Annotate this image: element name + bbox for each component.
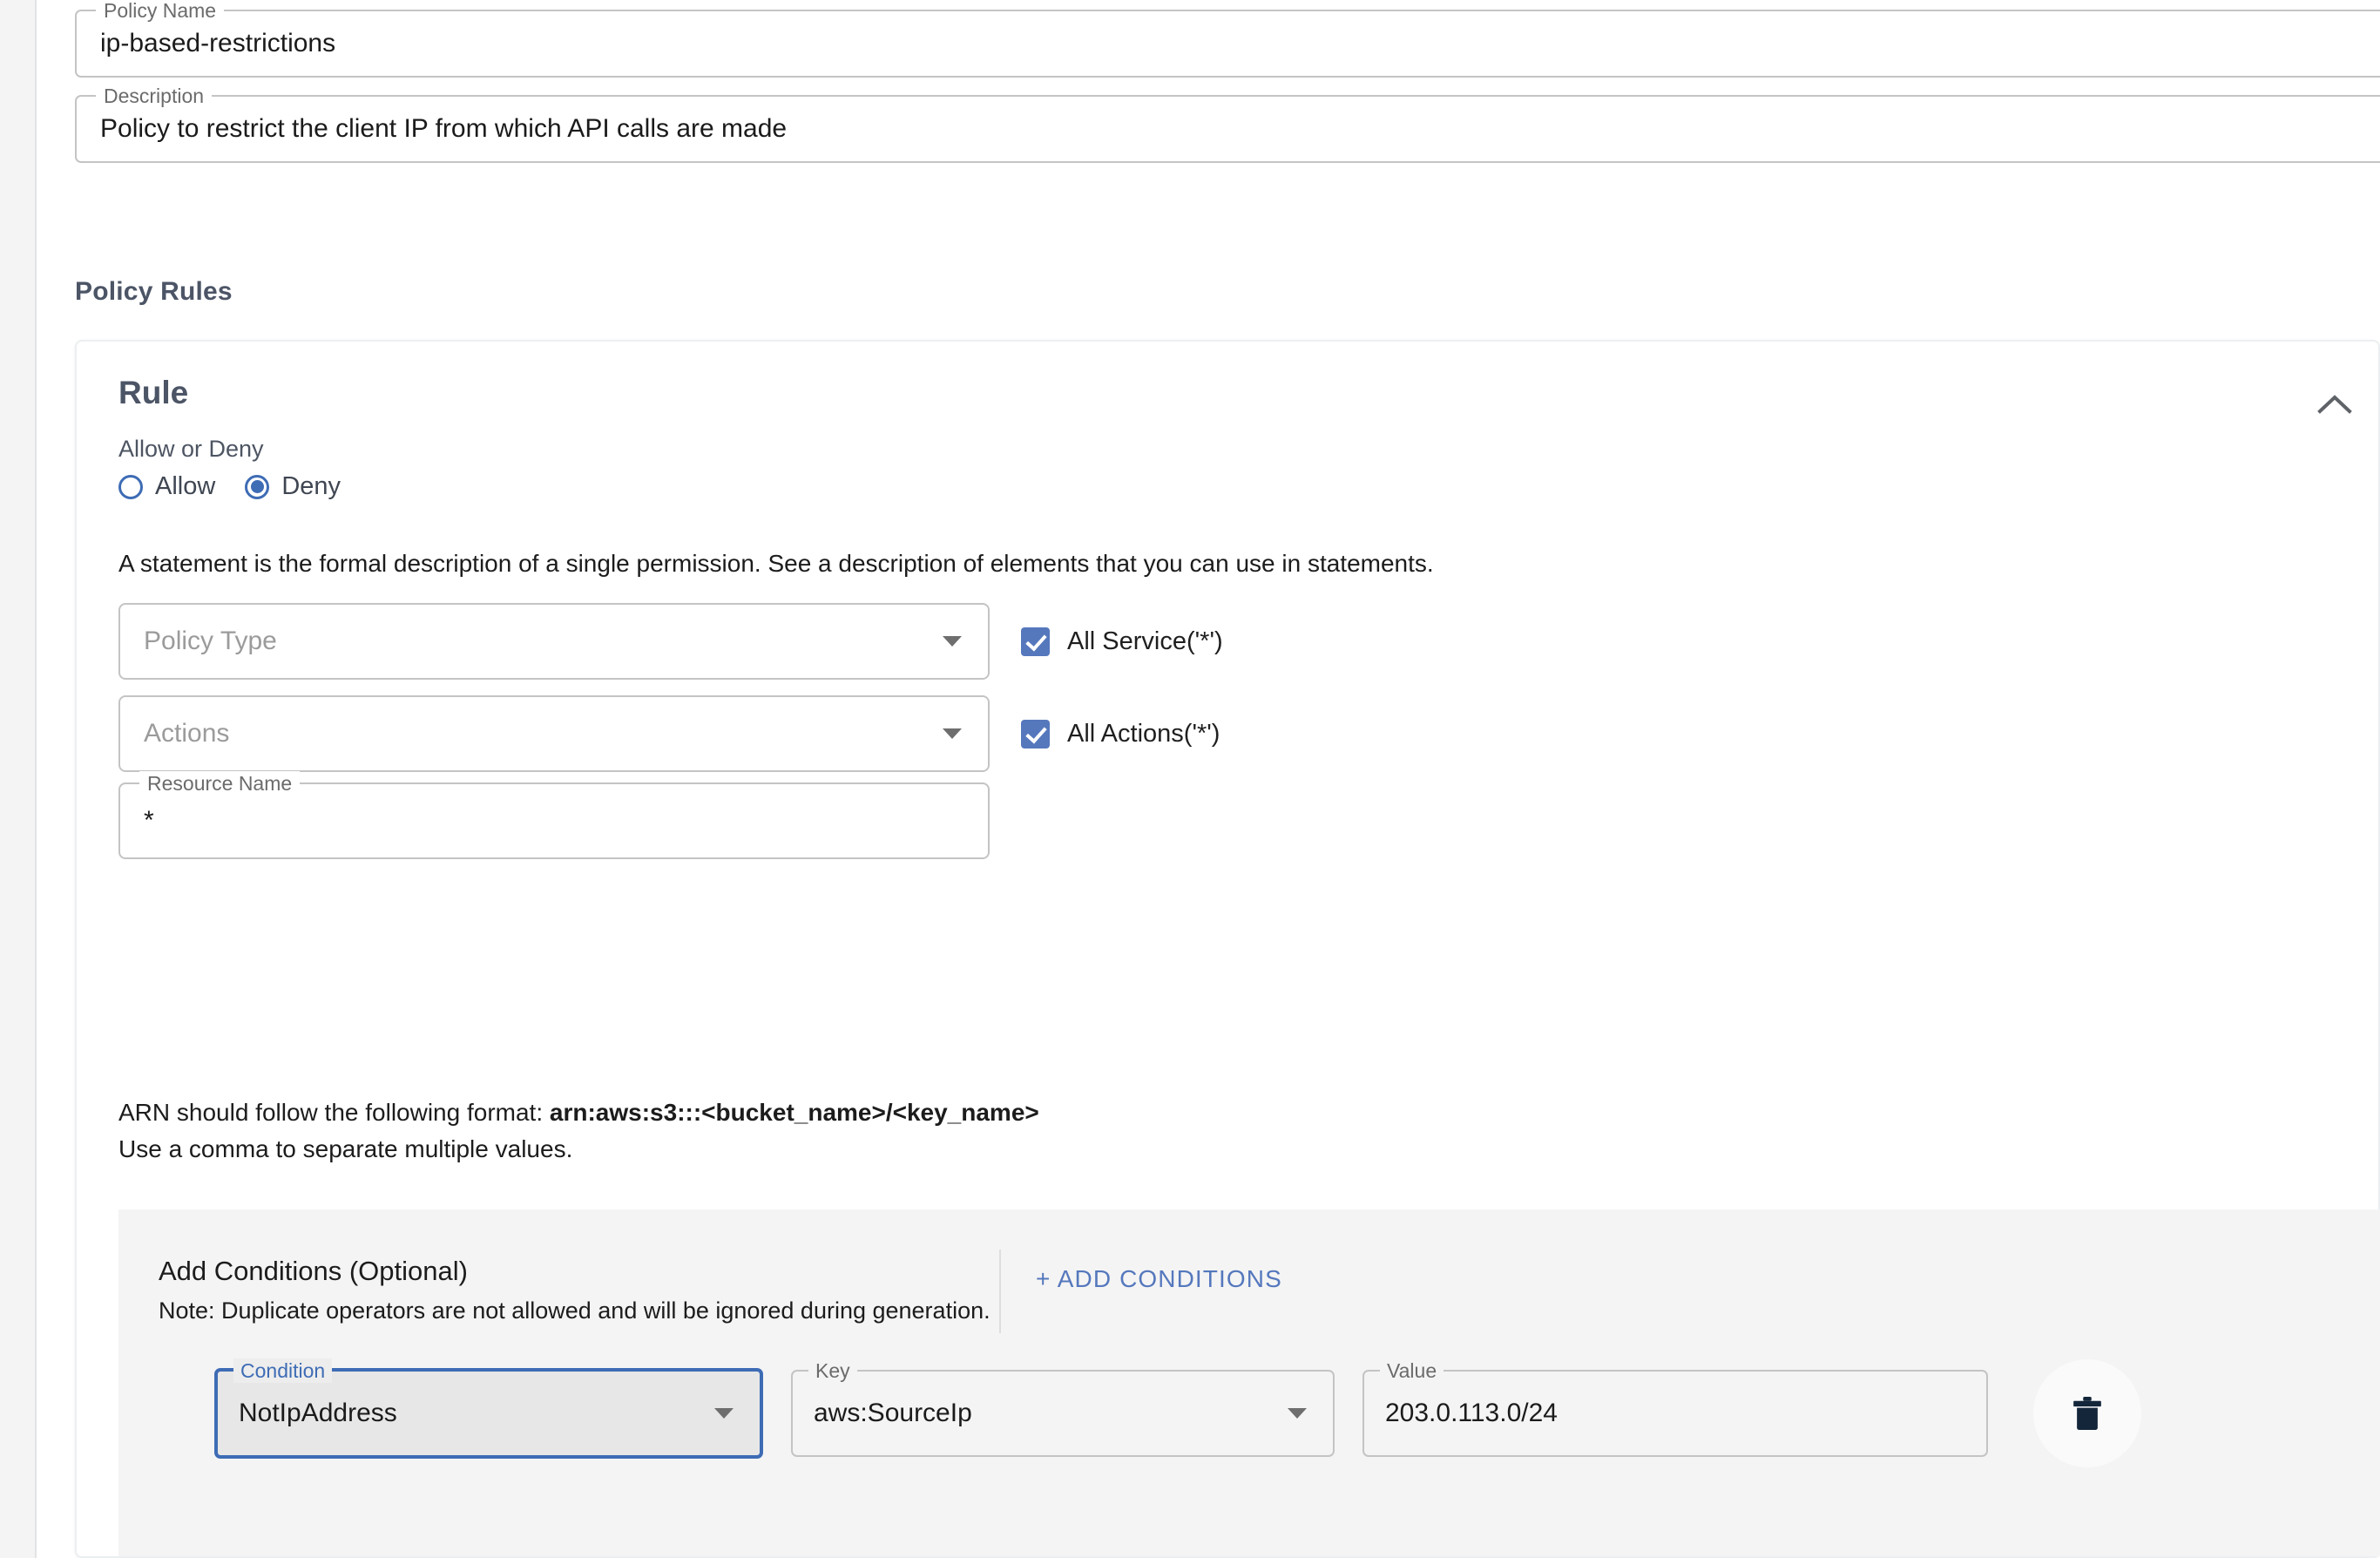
- radio-deny-label: Deny: [281, 472, 341, 500]
- chevron-down-icon: [943, 728, 962, 739]
- arn-help-format: arn:aws:s3:::<bucket_name>/<key_name>: [549, 1099, 1039, 1126]
- add-conditions-note: Note: Duplicate operators are not allowe…: [159, 1297, 991, 1324]
- policy-name-label: Policy Name: [96, 0, 225, 23]
- policy-type-placeholder: Policy Type: [144, 627, 277, 655]
- chevron-up-icon[interactable]: [2310, 380, 2359, 429]
- statement-note: A statement is the formal description of…: [118, 550, 1434, 577]
- allow-or-deny-label: Allow or Deny: [118, 436, 264, 462]
- all-service-checkbox[interactable]: All Service('*'): [1021, 627, 1223, 656]
- add-conditions-button[interactable]: + ADD CONDITIONS: [1036, 1265, 1282, 1293]
- all-actions-checkbox[interactable]: All Actions('*'): [1021, 720, 1220, 749]
- chevron-down-icon: [1288, 1408, 1307, 1419]
- radio-deny[interactable]: Deny: [245, 472, 341, 501]
- actions-placeholder: Actions: [144, 719, 230, 748]
- checkbox-checked-icon: [1021, 720, 1050, 749]
- policy-name-value: ip-based-restrictions: [100, 29, 336, 58]
- conditions-divider: [999, 1250, 1001, 1333]
- checkbox-checked-icon: [1021, 627, 1050, 656]
- all-service-checkbox-label: All Service('*'): [1067, 627, 1223, 655]
- radio-deny-icon: [245, 474, 270, 499]
- condition-value-input[interactable]: Value 203.0.113.0/24: [1362, 1358, 1988, 1457]
- description-input[interactable]: Description Policy to restrict the clien…: [75, 84, 2380, 163]
- chevron-down-icon: [714, 1408, 734, 1419]
- all-actions-checkbox-label: All Actions('*'): [1067, 720, 1220, 748]
- resource-name-value: *: [144, 806, 154, 835]
- condition-operator-label: Condition: [233, 1358, 333, 1383]
- policy-editor-page: Policy Name ip-based-restrictions Descri…: [0, 0, 2380, 1558]
- resource-name-label: Resource Name: [139, 771, 301, 796]
- conditions-panel: Add Conditions (Optional) Note: Duplicat…: [118, 1209, 2380, 1556]
- radio-allow-icon: [118, 474, 143, 499]
- add-conditions-title: Add Conditions (Optional): [159, 1256, 468, 1286]
- condition-value-label: Value: [1380, 1358, 1444, 1383]
- left-gutter: [0, 0, 37, 1558]
- arn-help-prefix: ARN should follow the following format:: [118, 1099, 550, 1126]
- chevron-down-icon: [943, 636, 962, 647]
- policy-name-input[interactable]: Policy Name ip-based-restrictions: [75, 0, 2380, 78]
- rule-title: Rule: [118, 375, 189, 410]
- allow-deny-radio-group: Allow Deny: [118, 472, 341, 501]
- description-value: Policy to restrict the client IP from wh…: [100, 114, 788, 143]
- policy-rules-heading: Policy Rules: [75, 277, 233, 306]
- description-label: Description: [96, 84, 213, 108]
- rule-card: Rule Allow or Deny Allow Deny A statemen…: [75, 340, 2380, 1558]
- arn-comma-help: Use a comma to separate multiple values.: [118, 1135, 573, 1162]
- condition-value-text: 203.0.113.0/24: [1385, 1399, 1558, 1427]
- condition-key-select[interactable]: Key aws:SourceIp: [791, 1358, 1335, 1457]
- radio-allow[interactable]: Allow: [118, 472, 215, 501]
- condition-key-value: aws:SourceIp: [814, 1399, 972, 1427]
- condition-operator-select[interactable]: Condition NotIpAddress: [214, 1358, 763, 1459]
- condition-operator-value: NotIpAddress: [239, 1399, 397, 1427]
- arn-format-help: ARN should follow the following format: …: [118, 1099, 1039, 1127]
- actions-select[interactable]: Actions: [118, 695, 990, 772]
- trash-icon[interactable]: [2033, 1359, 2141, 1467]
- resource-name-input[interactable]: Resource Name *: [118, 771, 990, 859]
- condition-key-label: Key: [808, 1358, 857, 1383]
- radio-allow-label: Allow: [155, 472, 216, 500]
- policy-type-select[interactable]: Policy Type: [118, 603, 990, 680]
